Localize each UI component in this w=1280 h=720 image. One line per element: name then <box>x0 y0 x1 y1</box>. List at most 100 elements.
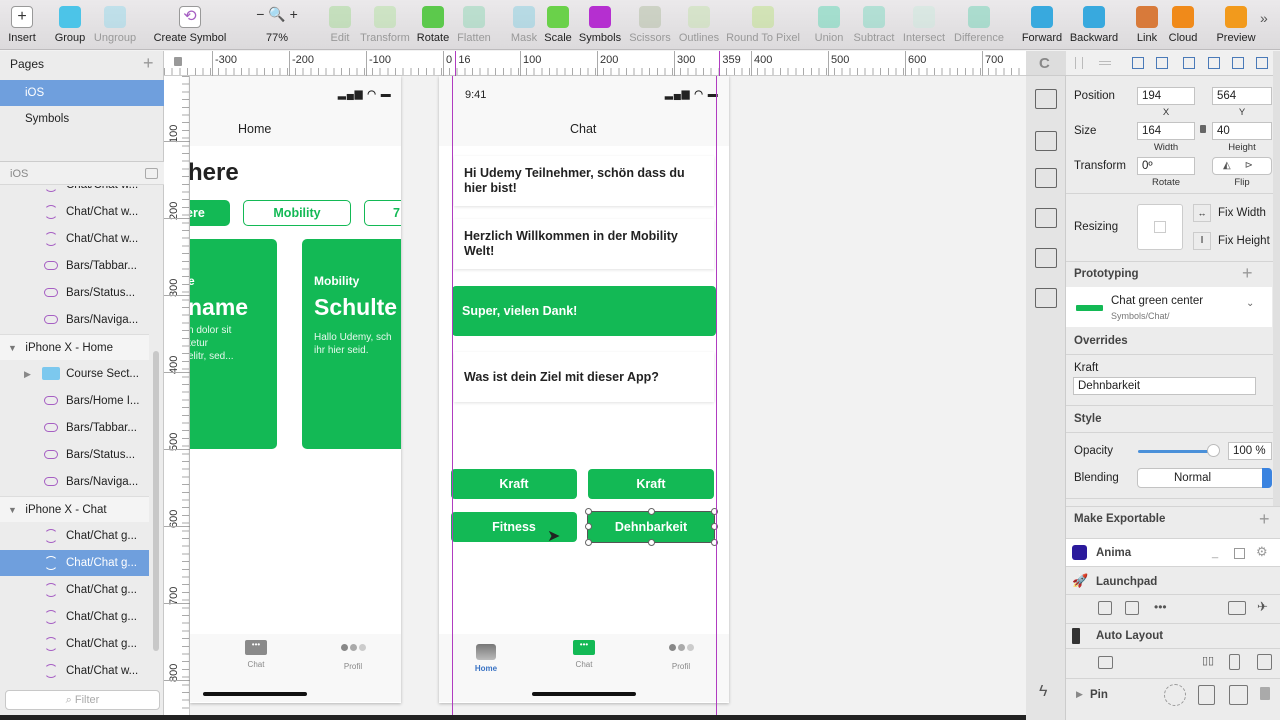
panel-icon[interactable] <box>1234 548 1245 559</box>
layer-item[interactable]: Chat/Chat w... <box>0 199 149 225</box>
cube-icon[interactable] <box>1125 601 1139 615</box>
lock-icon[interactable] <box>174 57 182 66</box>
layer-artboard[interactable]: ▼ iPhone X - Chat <box>0 496 149 522</box>
add-export-button[interactable]: + <box>1259 510 1270 528</box>
layer-item[interactable]: ▶ Course Sect... <box>0 361 149 387</box>
sync-icon[interactable] <box>1098 601 1112 615</box>
filter-chip[interactable]: ere <box>190 200 230 226</box>
tab-chat[interactable]: ••• Chat <box>554 640 614 669</box>
toolbar-backward-button[interactable]: Backward <box>1064 6 1124 44</box>
layer-item[interactable]: Chat/Chat g... <box>0 604 149 630</box>
anima-plugin[interactable]: Anima _ ⚙ <box>1066 538 1280 566</box>
chat-message-reply[interactable]: Super, vielen Dank! <box>452 286 716 336</box>
width-input[interactable]: 164 <box>1137 122 1195 140</box>
chat-message[interactable]: Was ist dein Ziel mit dieser App? <box>454 352 714 402</box>
fix-width-label[interactable]: Fix Width <box>1218 207 1266 219</box>
opacity-slider-thumb[interactable] <box>1207 444 1220 457</box>
ruler-vertical[interactable]: 100 200 300 400 500 600 700 800 <box>164 76 190 716</box>
page-item-ios[interactable]: iOS <box>0 80 164 106</box>
pin-vertical-icon[interactable] <box>1229 685 1248 705</box>
layer-item[interactable]: Bars/Home I... <box>0 388 149 414</box>
toolbar-forward-button[interactable]: Forward <box>1012 6 1072 44</box>
filter-input[interactable]: ⌕ Filter <box>5 690 160 710</box>
pin-all-icon[interactable] <box>1164 684 1186 706</box>
devices-icon[interactable] <box>1257 654 1272 670</box>
blending-select[interactable]: Normal <box>1137 468 1272 488</box>
pin-horizontal-icon[interactable] <box>1198 685 1215 705</box>
tab-home[interactable]: Home <box>456 640 516 673</box>
symbol-selector[interactable]: Chat green center Symbols/Chat/ ⌄ <box>1066 287 1272 327</box>
page-item-symbols[interactable]: Symbols <box>0 106 149 132</box>
option-kraft[interactable]: Kraft <box>588 469 714 499</box>
craft-icon[interactable]: C <box>1039 55 1050 72</box>
image-add-icon[interactable] <box>1035 288 1057 308</box>
override-input[interactable]: Dehnbarkeit <box>1073 377 1256 395</box>
lightning-icon[interactable]: ϟ <box>1039 683 1047 701</box>
filter-chip-mobility[interactable]: Mobility <box>243 200 351 226</box>
artboard-iphone-x-home[interactable]: ▂▄▆ ◠ ▬ Home here ere Mobility 7 I e nam… <box>190 76 401 703</box>
opacity-input[interactable]: 100 % <box>1228 442 1272 460</box>
toolbar-grid-button[interactable]: Round To Pixel <box>718 6 808 44</box>
ruler-horizontal[interactable]: -300 -200 -100 0 16 100 200 300 359 400 500 600 700 <box>164 51 1026 76</box>
toolbar-difference-button[interactable]: Difference <box>934 6 1024 44</box>
share-icon[interactable] <box>1035 89 1057 109</box>
opacity-slider[interactable] <box>1138 450 1214 453</box>
stack-icon[interactable] <box>1035 131 1057 151</box>
rotate-input[interactable]: 0º <box>1137 157 1195 175</box>
toolbar-play-button[interactable]: Preview <box>1206 6 1266 44</box>
tab-chat[interactable]: ••• Chat <box>226 640 286 669</box>
tab-profil[interactable]: Profil <box>651 640 711 671</box>
align-top-icon[interactable] <box>1208 57 1220 69</box>
layer-item[interactable]: Chat/Chat g... <box>0 550 149 576</box>
filter-chip[interactable]: 7 I <box>364 200 401 226</box>
fix-height-icon[interactable]: I <box>1193 232 1211 250</box>
rocket-outline-icon[interactable]: ✈ <box>1257 599 1268 615</box>
minimize-icon[interactable]: _ <box>1212 547 1218 559</box>
option-dehnbarkeit-selected[interactable]: Dehnbarkeit <box>587 511 715 543</box>
grid-icon[interactable]: ▯▯ <box>1202 654 1214 667</box>
layer-item[interactable]: Chat/Chat w... <box>0 186 149 198</box>
fix-width-icon[interactable]: ↔ <box>1193 204 1211 222</box>
list-icon[interactable] <box>1035 168 1057 188</box>
layer-item[interactable]: Chat/Chat g... <box>0 631 149 657</box>
layer-item[interactable]: Bars/Tabbar... <box>0 253 149 279</box>
toolbar-cloud-button[interactable]: Cloud <box>1153 6 1213 44</box>
layer-artboard[interactable]: ▼ iPhone X - Home <box>0 334 149 360</box>
layer-item[interactable]: Bars/Status... <box>0 280 149 306</box>
collapse-icon[interactable] <box>145 168 158 179</box>
distribute-v-icon[interactable] <box>1099 61 1111 65</box>
artboard-iphone-x-chat[interactable]: 9:41 ▂▄▆ ◠ ▬ Chat Hi Udemy Teilnehmer, s… <box>439 76 729 703</box>
toolbar-symbol-button[interactable]: ⟲ Create Symbol <box>145 6 235 44</box>
resizing-widget[interactable] <box>1137 204 1183 250</box>
layer-item[interactable]: Bars/Tabbar... <box>0 415 149 441</box>
fix-height-label[interactable]: Fix Height <box>1218 235 1280 247</box>
distribute-h-icon[interactable] <box>1075 57 1083 69</box>
browser-icon[interactable] <box>1228 601 1246 615</box>
align-bottom-icon[interactable] <box>1256 57 1268 69</box>
height-input[interactable]: 40 <box>1212 122 1272 140</box>
layout-icon[interactable] <box>1035 208 1057 228</box>
layer-item[interactable]: Bars/Naviga... <box>0 307 149 333</box>
pen-icon[interactable] <box>1035 248 1057 268</box>
layer-item[interactable]: Chat/Chat w... <box>0 226 149 252</box>
layers-scrollbar[interactable] <box>153 351 159 651</box>
course-card[interactable]: e name n dolor sit tetur elitr, sed... <box>190 239 277 449</box>
group-stack-icon[interactable] <box>1098 656 1113 669</box>
align-middle-icon[interactable] <box>1232 57 1244 69</box>
more-icon[interactable]: ••• <box>1154 600 1167 614</box>
phone-icon[interactable] <box>1229 654 1240 670</box>
toolbar-more-button[interactable]: » <box>1260 10 1268 26</box>
chat-message[interactable]: Hi Udemy Teilnehmer, schön dass du hier … <box>454 156 714 206</box>
layer-item[interactable]: Bars/Status... <box>0 442 149 468</box>
trash-icon[interactable] <box>1260 687 1270 700</box>
course-card[interactable]: Mobility Schulte Hallo Udemy, sch ihr hi… <box>302 239 401 449</box>
layer-item[interactable]: Chat/Chat g... <box>0 523 149 549</box>
flip-buttons[interactable]: ◭ ⊳ <box>1212 157 1272 175</box>
lock-ratio-icon[interactable] <box>1200 125 1206 133</box>
layer-item[interactable]: Bars/Naviga... <box>0 469 149 495</box>
gear-icon[interactable]: ⚙ <box>1256 544 1268 560</box>
chevron-down-icon[interactable]: ⌄ <box>1246 298 1254 309</box>
pin-header[interactable]: Pin <box>1090 689 1108 701</box>
align-right-icon[interactable] <box>1183 57 1195 69</box>
align-center-icon[interactable] <box>1156 57 1168 69</box>
